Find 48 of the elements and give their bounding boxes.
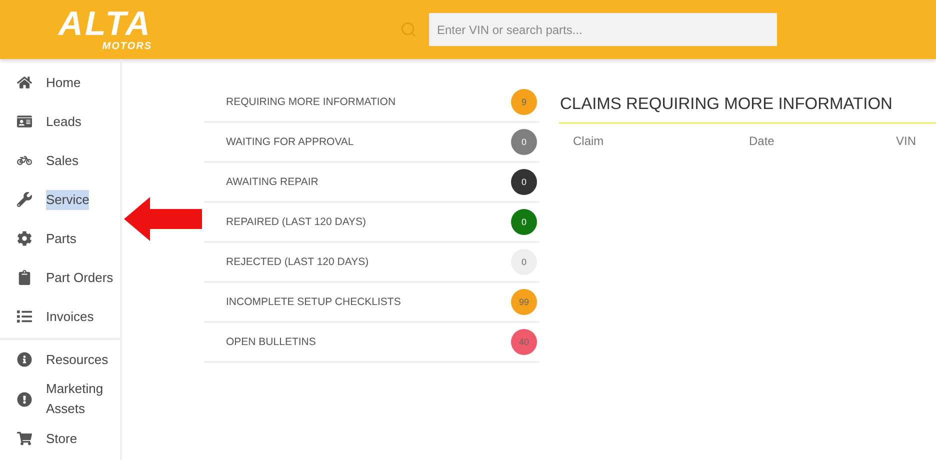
sidebar-item[interactable]: Leads — [46, 112, 82, 132]
sidebar-item[interactable]: Invoices — [46, 306, 94, 326]
status-label: REPAIRED (LAST 120 DAYS) — [226, 216, 366, 228]
wrench-icon — [17, 192, 32, 207]
sidebar-item[interactable]: Part Orders — [46, 268, 114, 288]
sidebar-item[interactable]: Marketing Assets — [46, 379, 120, 419]
sidebar-item[interactable]: Parts — [46, 228, 76, 248]
alert-icon — [17, 392, 32, 406]
status-row[interactable]: REPAIRED (LAST 120 DAYS) 0 — [204, 203, 539, 243]
home-icon — [17, 75, 32, 90]
status-label: REQUIRING MORE INFORMATION — [226, 96, 396, 108]
column-header: Claim — [573, 134, 605, 148]
status-label: WAITING FOR APPROVAL — [226, 136, 354, 148]
bicycle-icon — [17, 153, 32, 168]
status-row[interactable]: OPEN BULLETINS 40 — [204, 323, 539, 363]
count-badge: 0 — [511, 209, 537, 235]
sidebar-item[interactable]: Service — [46, 190, 90, 210]
status-label: AWAITING REPAIR — [226, 176, 318, 188]
status-label: REJECTED (LAST 120 DAYS) — [226, 256, 369, 268]
column-header: Date — [749, 134, 776, 148]
search-field[interactable]: Enter VIN or search parts... — [429, 13, 777, 46]
count-badge: 99 — [511, 289, 537, 315]
column-header: VIN — [896, 134, 918, 148]
sidebar-item[interactable]: Store — [46, 428, 78, 448]
clipboard-icon — [17, 270, 32, 285]
count-badge: 0 — [511, 169, 537, 195]
status-row[interactable]: AWAITING REPAIR 0 — [204, 163, 539, 203]
status-row[interactable]: REQUIRING MORE INFORMATION 9 — [204, 83, 539, 123]
sidebar-item[interactable]: Home — [46, 72, 81, 92]
logo-subtitle: MOTORS — [102, 41, 152, 52]
info-icon — [17, 352, 32, 367]
status-label: INCOMPLETE SETUP CHECKLISTS — [226, 296, 401, 308]
count-badge: 0 — [511, 129, 537, 155]
sidebar-item[interactable]: Sales — [46, 150, 79, 170]
list-icon — [17, 309, 32, 324]
count-badge: 40 — [511, 329, 537, 355]
status-row[interactable]: INCOMPLETE SETUP CHECKLISTS 99 — [204, 283, 539, 323]
status-row[interactable]: WAITING FOR APPROVAL 0 — [204, 123, 539, 163]
count-badge: 9 — [511, 89, 537, 115]
cart-icon — [17, 431, 32, 446]
status-label: OPEN BULLETINS — [226, 336, 316, 348]
settings-icon — [17, 231, 32, 246]
sidebar-item[interactable]: Resources — [46, 350, 108, 370]
panel-title: CLAIMS REQUIRING MORE INFORMATION — [559, 95, 936, 124]
id-card-icon — [17, 114, 32, 129]
count-badge: 0 — [511, 249, 537, 275]
status-row[interactable]: REJECTED (LAST 120 DAYS) 0 — [204, 243, 539, 283]
logo-title: ALTA — [58, 7, 152, 41]
